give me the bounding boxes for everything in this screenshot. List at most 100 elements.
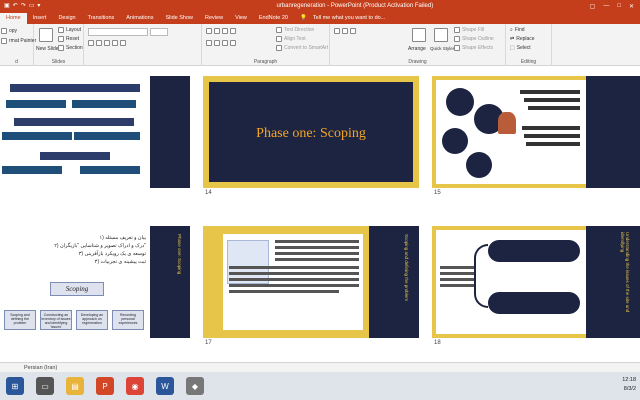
chrome-icon[interactable]: ◉ (126, 377, 144, 395)
arrange-button[interactable]: Arrange (408, 46, 426, 52)
drawing-group: Arrange Quick Styles Shape Fill Shape Ou… (330, 24, 506, 66)
slide-17-vertical-title: Scoping and defining the problem (404, 234, 409, 302)
select-icon: ⬚ (510, 45, 515, 51)
slide-number-15: 15 (434, 190, 441, 196)
word-icon[interactable]: W (156, 377, 174, 395)
slides-group-label: Slides (51, 59, 66, 65)
slides-group: New Slide Layout Reset Section Slides (34, 24, 84, 66)
increase-indent-icon[interactable] (230, 28, 236, 34)
task-view-icon[interactable]: ▭ (36, 377, 54, 395)
find-icon: ⌕ (510, 27, 513, 33)
align-left-icon[interactable] (206, 40, 212, 46)
language-indicator[interactable]: Persian (Iran) (24, 365, 57, 371)
shape-outline-button[interactable]: Shape Outline (454, 36, 494, 42)
format-painter-button[interactable]: rmat Painter (1, 38, 36, 44)
app-icon[interactable]: ◆ (186, 377, 204, 395)
save-icon[interactable]: ▣ (4, 3, 10, 9)
alignment-buttons[interactable] (206, 40, 236, 46)
paragraph-list-buttons[interactable] (206, 28, 236, 34)
decrease-indent-icon[interactable] (222, 28, 228, 34)
copy-button[interactable]: opy (1, 28, 17, 34)
bold-icon[interactable] (88, 40, 94, 46)
slide-18-vertical-title: Understanding the issues of the site and… (620, 232, 630, 313)
reset-icon (58, 36, 64, 42)
align-center-icon[interactable] (214, 40, 220, 46)
lightbulb-icon: 💡 (299, 15, 307, 21)
tab-view[interactable]: View (229, 13, 253, 24)
slide-thumbnail-17[interactable]: Scoping and defining the problem (203, 226, 419, 338)
select-button[interactable]: ⬚ Select (510, 45, 531, 51)
start-icon[interactable]: ⊞ (6, 377, 24, 395)
numbering-icon[interactable] (214, 28, 220, 34)
reset-button[interactable]: Reset (58, 36, 79, 42)
find-button[interactable]: ⌕ Find (510, 27, 525, 33)
drawing-group-label: Drawing (408, 59, 427, 65)
new-slide-icon[interactable] (39, 28, 53, 42)
powerpoint-icon[interactable]: P (96, 377, 114, 395)
replace-button[interactable]: ⇄ Replace (510, 36, 535, 42)
font-group (84, 24, 202, 66)
system-clock[interactable]: 12:18 8/3/2 (622, 376, 636, 394)
slide-thumbnail-14[interactable]: Phase one: Scoping (203, 76, 419, 188)
customize-qat-icon[interactable]: ▾ (37, 3, 40, 9)
status-bar: Persian (Iran) (0, 362, 640, 372)
text-direction-button[interactable]: Text Direction (276, 27, 314, 33)
title-bar: ▣ ↶ ↷ ▭ ▾ urbanregeneration - PowerPoint… (0, 0, 640, 12)
italic-icon[interactable] (96, 40, 102, 46)
tab-endnote[interactable]: EndNote 20 (253, 13, 294, 24)
slide-number-14: 14 (205, 190, 212, 196)
effects-icon (454, 45, 460, 51)
start-slideshow-icon[interactable]: ▭ (29, 3, 35, 9)
tab-review[interactable]: Review (199, 13, 229, 24)
font-name-box[interactable] (88, 28, 148, 36)
window-title: urbanregeneration - PowerPoint (Product … (276, 3, 434, 9)
underline-icon[interactable] (104, 40, 110, 46)
slide-thumbnail-15[interactable] (432, 76, 640, 188)
convert-smartart-button[interactable]: Convert to SmartArt (276, 45, 328, 51)
quick-styles-button[interactable]: Quick Styles (430, 46, 455, 51)
layout-button[interactable]: Layout (58, 27, 81, 33)
powerpoint-window: ▣ ↶ ↷ ▭ ▾ urbanregeneration - PowerPoint… (0, 0, 640, 400)
strikethrough-icon[interactable] (112, 40, 118, 46)
font-format-buttons[interactable] (88, 40, 126, 46)
tab-slide-show[interactable]: Slide Show (159, 13, 199, 24)
quick-styles-icon[interactable] (434, 28, 448, 42)
font-size-box[interactable] (150, 28, 168, 36)
shapes-icon-3 (350, 28, 356, 34)
tab-animations[interactable]: Animations (120, 13, 159, 24)
slide-number-17: 17 (205, 340, 212, 346)
justify-icon[interactable] (230, 40, 236, 46)
tab-transitions[interactable]: Transitions (82, 13, 121, 24)
tell-me-search[interactable]: Tell me what you want to do... (307, 13, 385, 24)
slide-sorter: Phase one: Scoping 14 15 ۱) بیان و تعریف… (0, 66, 640, 362)
minimize-icon[interactable]: — (603, 3, 609, 10)
file-explorer-icon[interactable]: ▤ (66, 377, 84, 395)
tab-insert[interactable]: Insert (27, 13, 53, 24)
tab-design[interactable]: Design (52, 13, 81, 24)
maximize-icon[interactable]: □ (617, 3, 621, 10)
redo-icon[interactable]: ↷ (21, 3, 26, 9)
slide-thumbnail-16[interactable]: ۱) بیان و تعریف مسئله ۲) درک و ادراک تصو… (0, 226, 190, 338)
ribbon-display-icon[interactable]: ▢ (590, 3, 596, 10)
close-icon[interactable]: ✕ (629, 3, 634, 10)
clipboard-group: opy rmat Painter d (0, 24, 36, 66)
shape-fill-button[interactable]: Shape Fill (454, 27, 484, 33)
shadow-icon[interactable] (120, 40, 126, 46)
arrange-icon[interactable] (412, 28, 426, 42)
quick-access-toolbar: ▣ ↶ ↷ ▭ ▾ (0, 3, 120, 9)
slide-thumbnail-13[interactable] (0, 76, 190, 188)
new-slide-button[interactable]: New Slide (36, 46, 59, 52)
undo-icon[interactable]: ↶ (13, 3, 18, 9)
align-text-button[interactable]: Align Text (276, 36, 306, 42)
bullets-icon[interactable] (206, 28, 212, 34)
replace-icon: ⇄ (510, 36, 515, 42)
section-button[interactable]: Section (58, 45, 83, 51)
shapes-gallery[interactable] (334, 28, 356, 34)
tab-home[interactable]: Home (0, 13, 27, 24)
slide-16-vertical-title: Phase one: Scoping (177, 234, 182, 275)
slide-thumbnail-18[interactable]: Understanding the issues of the site and… (432, 226, 640, 338)
shape-effects-button[interactable]: Shape Effects (454, 45, 493, 51)
align-text-icon (276, 36, 282, 42)
windows-taskbar: ⊞ ▭ ▤ P ◉ W ◆ 12:18 8/3/2 (0, 372, 640, 400)
align-right-icon[interactable] (222, 40, 228, 46)
